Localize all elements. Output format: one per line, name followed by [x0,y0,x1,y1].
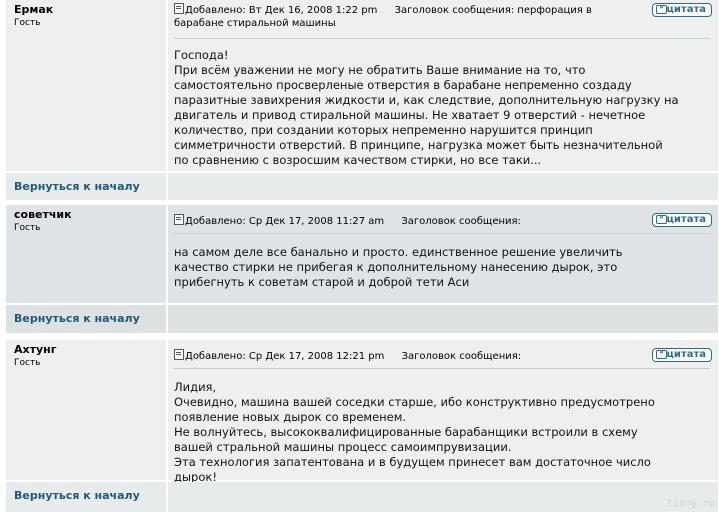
post-body: Добавлено: Ср Дек 17, 2008 11:27 am Заго… [168,205,718,303]
post-icon [174,214,184,225]
message-line: по сравнению с возросшим качеством стирк… [174,153,542,167]
post-footer-row: Вернуться к началу [6,482,718,512]
posted-label: Добавлено: [185,5,246,16]
message-line: прибегнуть к советам старой и доброй тет… [174,275,470,289]
post: Ермак Гость Добавлено: Вт Дек 16, 2008 1… [6,0,718,200]
message-line: Лидия, [174,380,217,394]
posted-date: Вт Дек 16, 2008 1:22 pm [248,5,378,16]
author-panel: советчик Гость [6,205,168,303]
message-line: При всём уважении не могу не обратить Ва… [174,63,586,77]
message-line: Эта технология запатентована и в будущем… [174,455,651,469]
message-line: количество, при создании которых непреме… [174,123,593,137]
quote-icon: “ [656,215,667,224]
post-icon [174,3,184,14]
back-to-top-link[interactable]: Вернуться к началу [14,312,140,325]
message-line: паразитные завихрения жидкости и, как сл… [174,93,679,107]
message-line: Не волнуйтесь, высококвалифицированные б… [174,425,638,439]
quote-button[interactable]: “ цитата [652,348,712,362]
post: советчик Гость Добавлено: Ср Дек 17, 200… [6,205,718,335]
post-header: Добавлено: Вт Дек 16, 2008 1:22 pm Загол… [174,3,644,30]
footer-left: Вернуться к началу [6,173,168,200]
post-message: Господа! При всём уважении не могу не об… [174,48,714,168]
quote-button-label: цитата [666,349,706,360]
message-line: самостоятельно просверленые отверстия в … [174,78,632,92]
site-watermark: tinny.ru [666,498,715,509]
post: Ахтунг Гость Добавлено: Ср Дек 17, 2008 … [6,340,718,512]
post-header: Добавлено: Ср Дек 17, 2008 12:21 pm Заго… [174,349,644,363]
post-message: на самом деле все банально и просто. еди… [174,245,714,290]
posted-label: Добавлено: [185,351,246,362]
post-divider [174,38,710,39]
post-message: Лидия, Очевидно, машина вашей соседки ст… [174,380,714,485]
back-to-top-link[interactable]: Вернуться к началу [14,489,140,502]
post-divider [174,233,710,234]
post-footer-row: Вернуться к началу [6,305,718,333]
posted-date: Ср Дек 17, 2008 11:27 am [248,216,385,227]
subject-label: Заголовок сообщения: [394,5,515,16]
message-line: вашей стральной машины процесс самоимпру… [174,440,512,454]
quote-button[interactable]: “ цитата [652,3,712,17]
footer-right [168,305,718,333]
footer-right [168,482,718,512]
author-name[interactable]: Ахтунг [14,343,57,356]
footer-left: Вернуться к началу [6,482,168,512]
author-rank: Гость [14,358,41,368]
quote-icon: “ [656,350,667,359]
author-name[interactable]: советчик [14,208,72,221]
message-line: появление новых дырок со временем. [174,410,407,424]
message-line: качество стирки не прибегая к дополнител… [174,260,618,274]
posted-date: Ср Дек 17, 2008 12:21 pm [248,351,385,362]
post-content-row: Ермак Гость Добавлено: Вт Дек 16, 2008 1… [6,0,718,171]
quote-icon: “ [656,5,667,14]
message-line: Господа! [174,48,229,62]
post-content-row: советчик Гость Добавлено: Ср Дек 17, 200… [6,205,718,303]
message-line: симметричности отверстий. В принципе, на… [174,138,663,152]
author-rank: Гость [14,18,41,28]
author-rank: Гость [14,223,41,233]
message-line: на самом деле все банально и просто. еди… [174,245,623,259]
back-to-top-link[interactable]: Вернуться к началу [14,180,140,193]
quote-button[interactable]: “ цитата [652,213,712,227]
forum-topic: Ермак Гость Добавлено: Вт Дек 16, 2008 1… [0,0,719,512]
author-name[interactable]: Ермак [14,3,53,16]
quote-button-label: цитата [666,214,706,225]
post-footer-row: Вернуться к началу [6,173,718,200]
posted-label: Добавлено: [185,216,246,227]
author-panel: Ермак Гость [6,0,168,171]
message-line: Очевидно, машина вашей соседки старше, и… [174,395,655,409]
author-panel: Ахтунг Гость [6,340,168,480]
post-body: Добавлено: Вт Дек 16, 2008 1:22 pm Загол… [168,0,718,171]
footer-right [168,173,718,200]
post-header: Добавлено: Ср Дек 17, 2008 11:27 am Заго… [174,214,644,228]
quote-button-label: цитата [666,4,706,15]
post-icon [174,349,184,360]
post-divider [174,368,710,369]
subject-label: Заголовок сообщения: [401,216,521,227]
footer-left: Вернуться к началу [6,305,168,333]
post-content-row: Ахтунг Гость Добавлено: Ср Дек 17, 2008 … [6,340,718,484]
subject-label: Заголовок сообщения: [401,351,522,362]
message-line: двигатель и привод стиральной машины. Не… [174,108,646,122]
post-body: Добавлено: Ср Дек 17, 2008 12:21 pm Заго… [168,340,718,484]
